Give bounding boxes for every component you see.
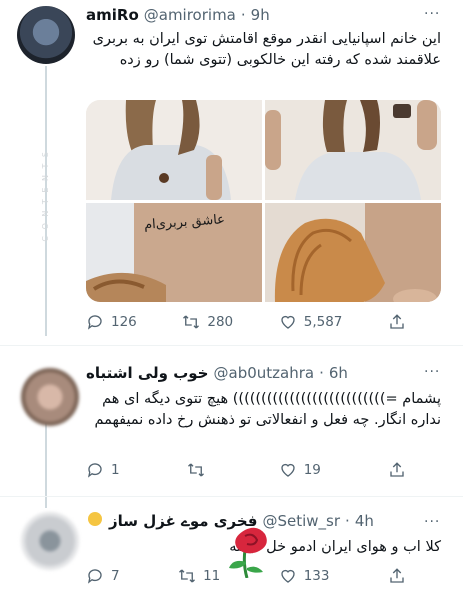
reply-button[interactable]: 1	[86, 461, 120, 479]
heart-icon	[281, 315, 295, 329]
timestamp[interactable]: 9h	[251, 6, 270, 24]
retweet-count: 11	[203, 568, 221, 584]
heart-icon	[281, 463, 295, 477]
separator-dot: ·	[240, 6, 246, 24]
media-photo[interactable]	[265, 202, 441, 302]
share-button[interactable]	[388, 567, 406, 585]
tweet-header: amiRo @amirorima · 9h	[86, 6, 270, 24]
reply-icon	[87, 569, 102, 584]
reply-button[interactable]: 7	[86, 567, 120, 585]
divider	[0, 496, 463, 497]
watermark: C O N T E N T S	[41, 150, 50, 242]
separator-dot: ·	[319, 364, 324, 382]
user-handle[interactable]: @ab0utzahra	[214, 364, 315, 382]
tweet-actions: 126 280 5,587	[86, 313, 406, 331]
retweet-icon	[179, 569, 196, 583]
media-photo[interactable]	[86, 100, 262, 200]
avatar[interactable]	[21, 512, 79, 570]
retweet-count: 280	[207, 314, 234, 330]
retweet-button[interactable]: 280	[182, 313, 233, 331]
avatar[interactable]	[21, 368, 79, 426]
like-count: 19	[303, 462, 321, 478]
like-count: 133	[303, 568, 330, 584]
like-count: 5,587	[303, 314, 343, 330]
reply-button[interactable]: 126	[86, 313, 137, 331]
media-photo[interactable]: عاشق بربری‌ام	[86, 202, 262, 302]
more-options-button[interactable]: ···	[424, 364, 440, 380]
thread-line	[45, 413, 47, 508]
divider	[0, 345, 463, 346]
user-handle[interactable]: @amirorima	[144, 6, 236, 24]
reply-icon	[87, 315, 102, 330]
tweet-text: این خانم اسپانیایی انقدر موقع اقامتش توی…	[92, 31, 441, 68]
reply-count: 7	[111, 568, 120, 584]
tweet-actions: 7 11 133	[86, 567, 406, 585]
media-grid[interactable]: عاشق بربری‌ام	[86, 100, 441, 302]
tweet-text: پشمام =))))))))))))))))))))))))))) هیچ ت…	[94, 391, 441, 428]
display-name[interactable]: amiRo	[86, 6, 139, 24]
reply-count: 126	[111, 314, 137, 330]
avatar[interactable]	[17, 6, 75, 64]
tweet-actions: 1 19	[86, 461, 406, 479]
retweet-icon	[187, 463, 204, 477]
media-photo[interactable]	[265, 100, 441, 200]
retweet-button[interactable]: 11	[178, 567, 220, 585]
like-button[interactable]: 5,587	[279, 313, 343, 331]
reply-icon	[87, 463, 102, 478]
tweet-header: خوب ولی اشتباه @ab0utzahra · 6h	[86, 364, 348, 382]
like-button[interactable]: 133	[279, 567, 330, 585]
share-icon	[390, 462, 404, 477]
more-options-button[interactable]: ···	[424, 6, 440, 22]
woman-photo-image	[265, 100, 441, 200]
timestamp[interactable]: 6h	[329, 364, 348, 382]
barbari-bread-image	[265, 202, 441, 302]
woman-photo-image	[86, 100, 262, 200]
share-icon	[390, 568, 404, 583]
retweet-icon	[183, 315, 200, 329]
reply-count: 1	[111, 462, 120, 478]
display-name[interactable]: خوب ولی اشتباه	[86, 364, 209, 382]
timestamp[interactable]: 4h	[355, 512, 374, 530]
share-button[interactable]	[388, 313, 406, 331]
share-icon	[390, 314, 404, 329]
heart-icon	[281, 569, 295, 583]
more-options-button[interactable]: ···	[424, 514, 440, 530]
emoji-icon	[88, 512, 102, 526]
like-button[interactable]: 19	[279, 461, 321, 479]
separator-dot: ·	[345, 512, 350, 530]
retweet-button[interactable]	[187, 461, 212, 479]
share-button[interactable]	[388, 461, 406, 479]
